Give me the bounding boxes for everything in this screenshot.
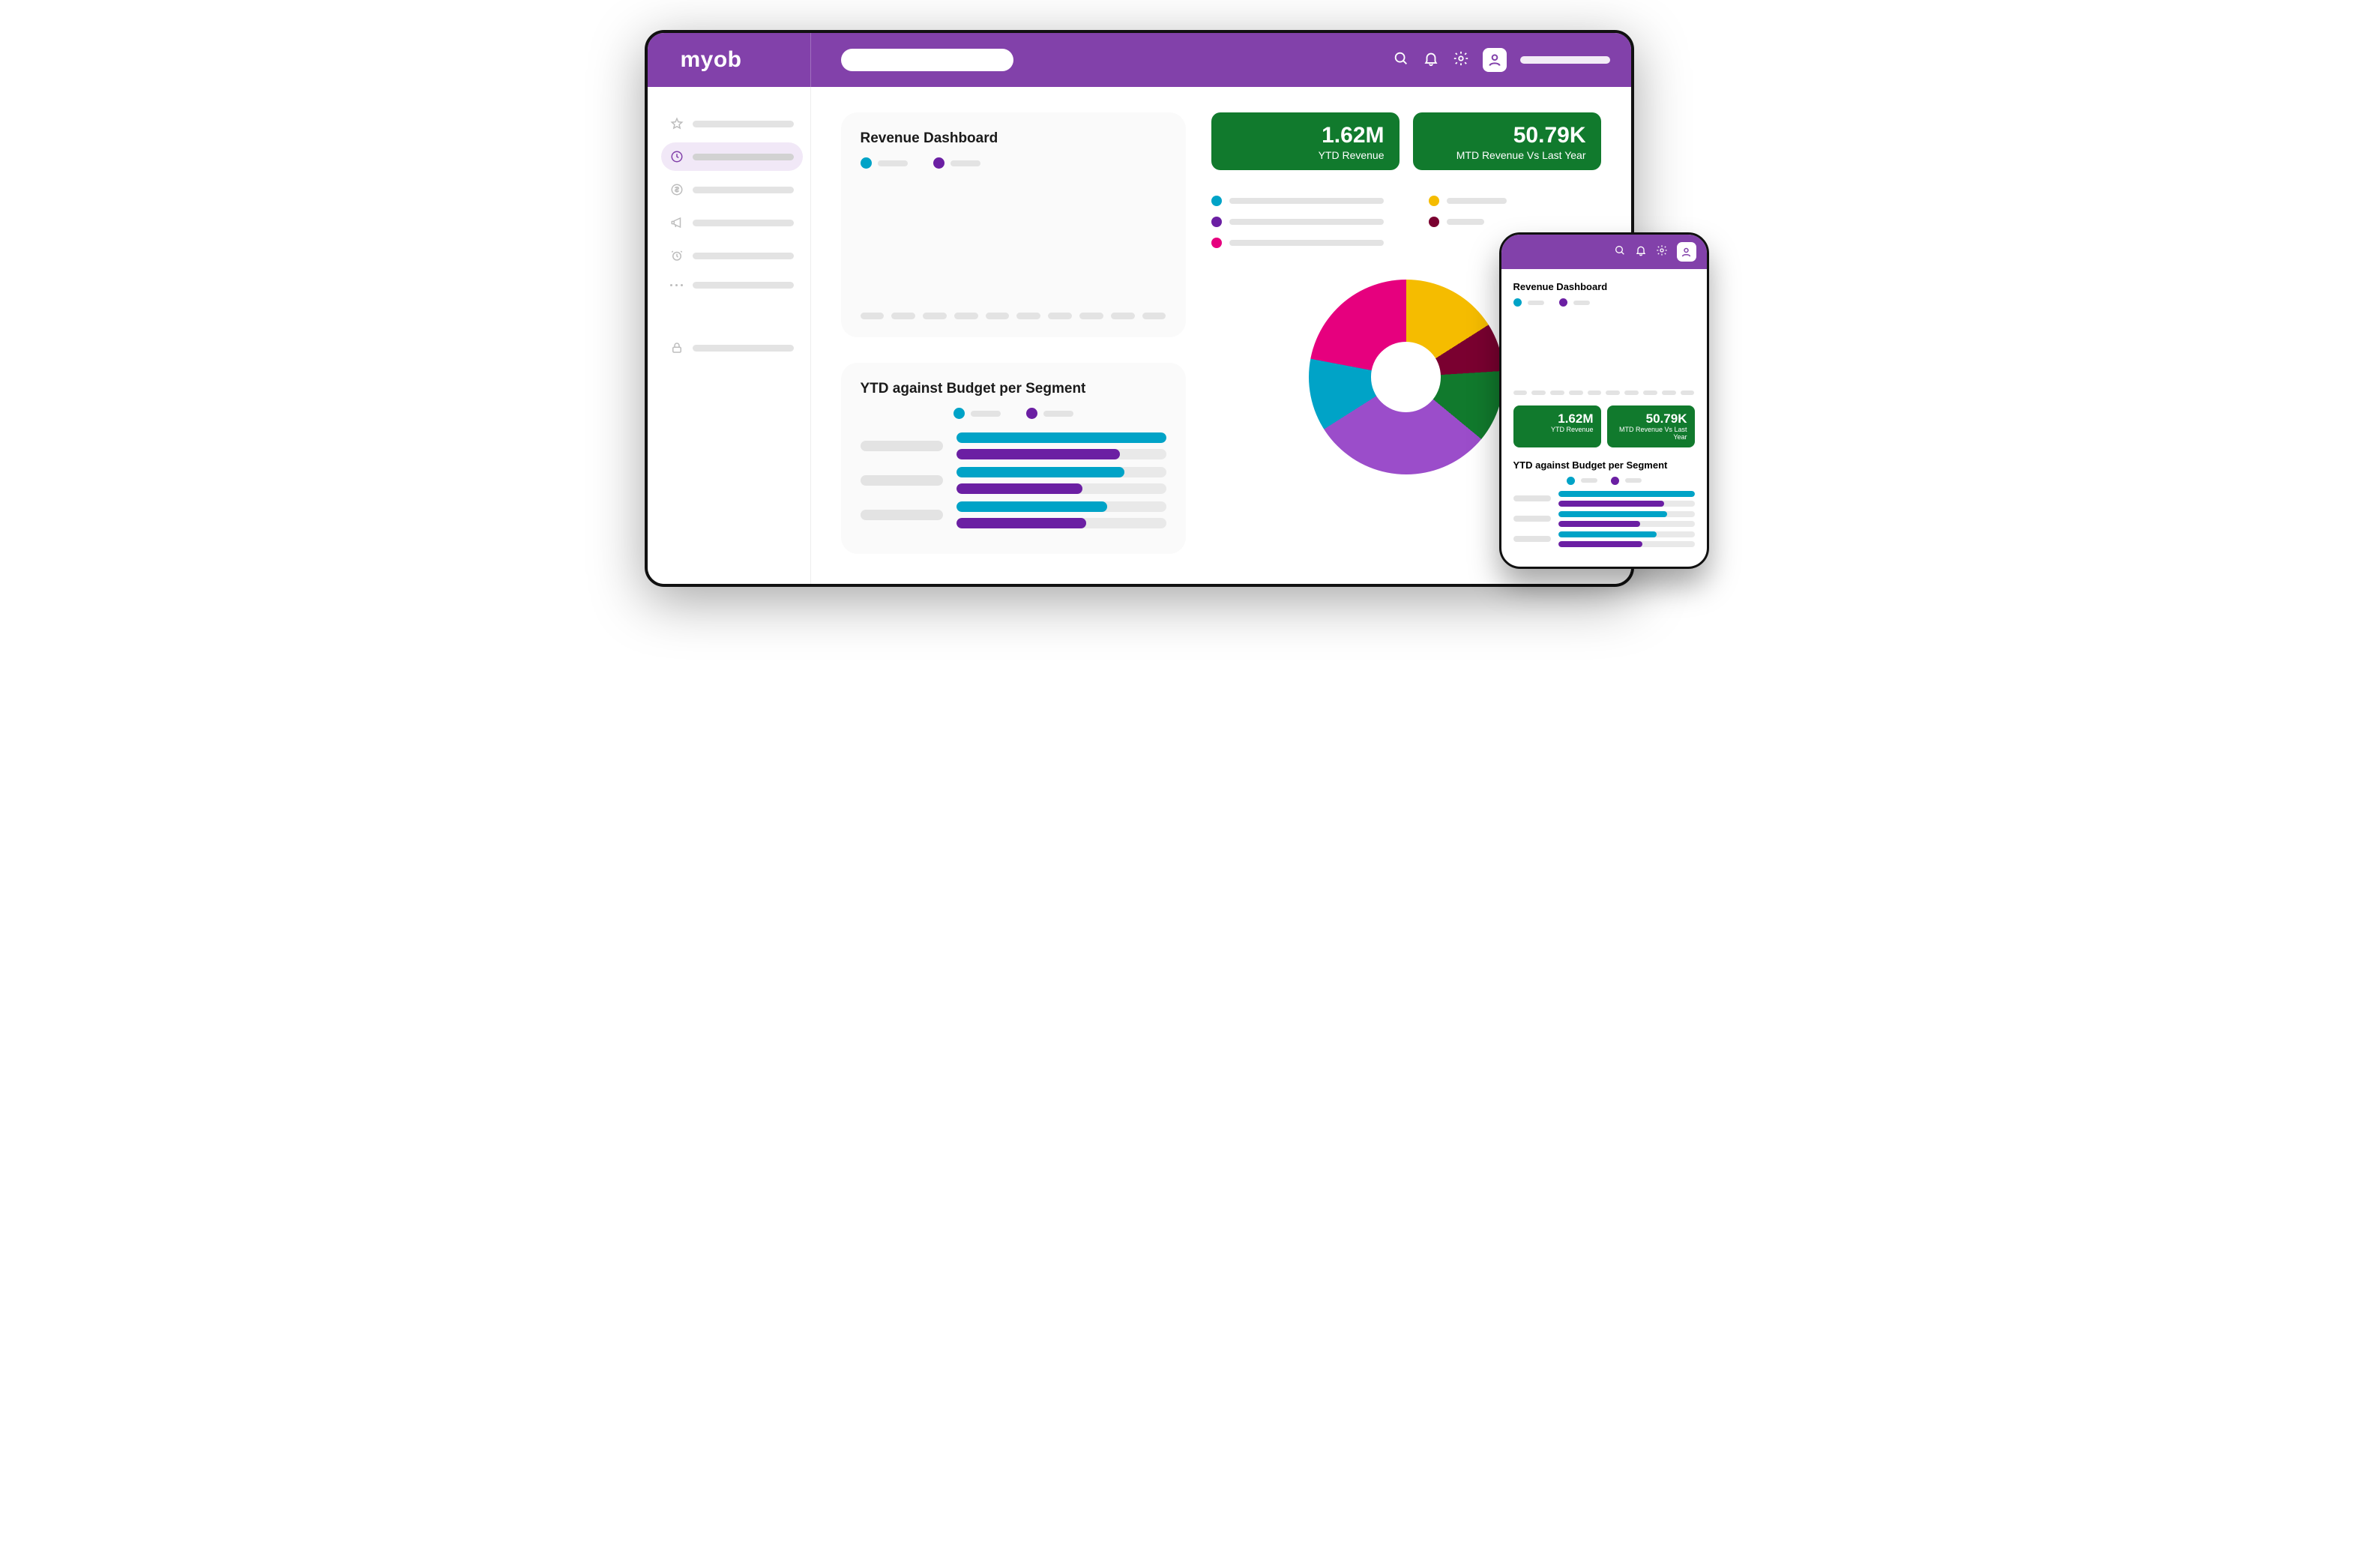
avatar[interactable] [1483,48,1507,72]
revenue-title: Revenue Dashboard [861,130,1166,147]
segment-row [861,432,1166,459]
desktop-window: myob [645,30,1634,587]
x-axis-labels [861,313,1166,319]
segment-row [861,501,1166,528]
kpi-value: 50.79K [1615,411,1687,426]
bell-icon[interactable] [1635,244,1647,260]
sidebar-item-marketing[interactable] [670,216,794,229]
avatar[interactable] [1677,242,1696,262]
segment-row [1513,491,1695,507]
legend-series-b [1559,298,1590,307]
sidebar-item-recent[interactable] [661,142,803,171]
kpi-label: YTD Revenue [1521,426,1594,434]
list-item [1429,217,1601,227]
sidebar-item-security[interactable] [670,341,794,355]
kpi-ytd-value: 1.62M [1226,123,1385,148]
user-name-placeholder [1520,56,1610,64]
kpi-ytd: 1.62M YTD Revenue [1211,112,1400,170]
gear-icon[interactable] [1453,50,1469,70]
kpi-mtd: 50.79K MTD Revenue Vs Last Year [1413,112,1601,170]
alarm-icon [670,249,684,262]
legend-series-b [933,157,980,169]
kpi-tiles: 1.62M YTD Revenue 50.79K MTD Revenue Vs … [1211,112,1601,170]
kpi-label: MTD Revenue Vs Last Year [1615,426,1687,441]
dots-icon [670,284,684,286]
mobile-revenue-title: Revenue Dashboard [1513,281,1695,292]
revenue-card: Revenue Dashboard [841,112,1186,337]
top-bar: myob [648,33,1631,87]
mobile-barchart [1513,311,1695,386]
sidebar-item-finance[interactable] [670,183,794,196]
legend-budget [1611,477,1642,485]
kpi-mtd-label: MTD Revenue Vs Last Year [1428,149,1586,161]
sidebar-item-favorites[interactable] [670,117,794,130]
kpi-ytd-label: YTD Revenue [1226,149,1385,161]
budget-title: YTD against Budget per Segment [861,381,1166,397]
search-icon[interactable] [1614,244,1626,260]
legend-actual [1567,477,1597,485]
sidebar [648,87,811,584]
list-item [1211,238,1384,248]
legend-actual [953,408,1001,419]
sidebar-item-more[interactable] [670,282,794,289]
gear-icon[interactable] [1656,244,1668,260]
sidebar-item-reminders[interactable] [670,249,794,262]
kpi-mtd-value: 50.79K [1428,123,1586,148]
star-icon [670,117,684,130]
segment-row [861,467,1166,494]
mobile-window: Revenue Dashboard 1.62M [1499,232,1709,569]
revenue-barchart [861,176,1166,304]
legend-series-a [1513,298,1544,307]
list-item [1429,196,1601,206]
megaphone-icon [670,216,684,229]
bell-icon[interactable] [1423,50,1439,70]
mobile-kpi-mtd: 50.79K MTD Revenue Vs Last Year [1607,405,1695,447]
segment-row [1513,511,1695,527]
dollar-icon [670,183,684,196]
mobile-top-bar [1501,235,1707,269]
brand-logo: myob [681,47,742,73]
lock-icon [670,341,684,355]
list-item [1211,196,1384,206]
list-item [1211,217,1384,227]
mobile-budget-title: YTD against Budget per Segment [1513,459,1695,471]
search-input[interactable] [841,49,1013,71]
legend-budget [1026,408,1073,419]
mobile-kpi-ytd: 1.62M YTD Revenue [1513,405,1601,447]
search-icon[interactable] [1393,50,1409,70]
clock-icon [670,150,684,163]
legend-series-a [861,157,908,169]
budget-card: YTD against Budget per Segment [841,363,1186,554]
segment-row [1513,531,1695,547]
kpi-value: 1.62M [1521,411,1594,426]
